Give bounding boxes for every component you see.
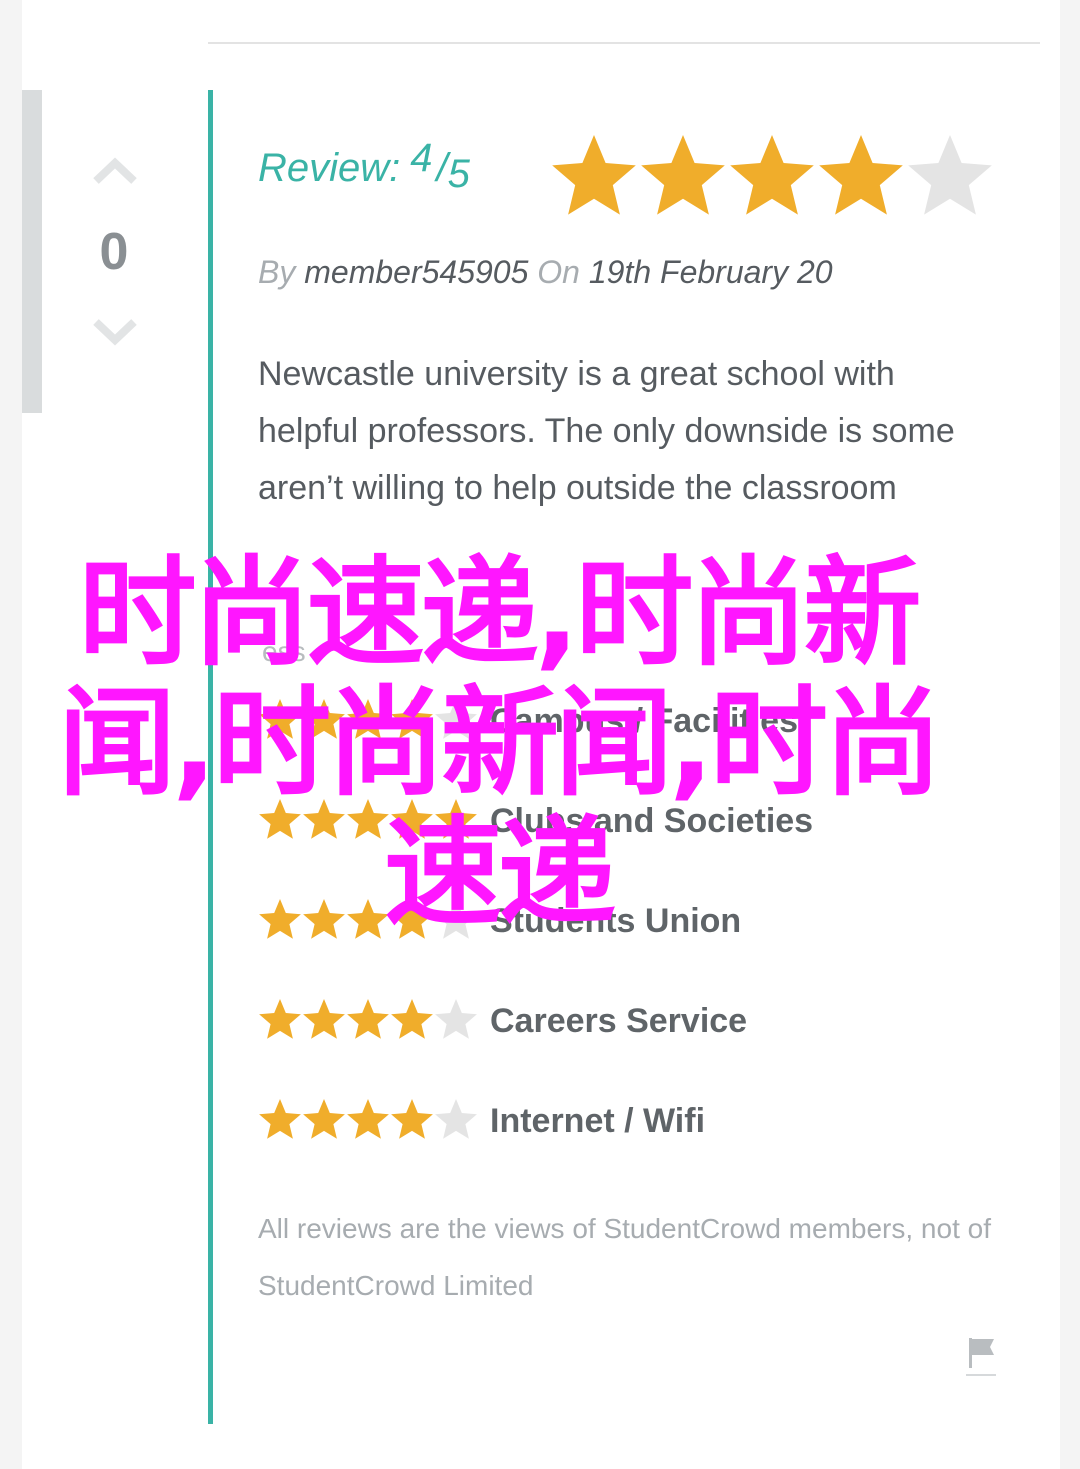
- divider: [208, 42, 1040, 44]
- category-star-icon-5: [435, 999, 477, 1039]
- downvote-chevron-down-icon[interactable]: [90, 318, 140, 348]
- category-label: Careers Service: [490, 1002, 748, 1040]
- byline-date: 19th February 20: [588, 254, 833, 290]
- overall-star-icon-3: [730, 135, 814, 215]
- review-score-title: Review: 4/5: [258, 136, 470, 205]
- category-label: Internet / Wifi: [490, 1102, 706, 1140]
- upvote-chevron-up-icon[interactable]: [90, 155, 140, 185]
- review-label: Review:: [258, 146, 401, 190]
- byline-author[interactable]: member545905: [304, 254, 528, 290]
- vote-panel-bar: [22, 90, 42, 413]
- category-star-icon-1: [259, 1099, 301, 1139]
- category-star-icon-5: [435, 1099, 477, 1139]
- category-star-icon-3: [347, 999, 389, 1039]
- byline-by: By: [258, 254, 296, 290]
- category-star-icon-3: [347, 1099, 389, 1139]
- overall-star-icon-4: [819, 135, 903, 215]
- disclaimer: All reviews are the views of StudentCrow…: [258, 1213, 991, 1301]
- category-star-icon-2: [303, 999, 345, 1039]
- review-score: 4: [410, 136, 433, 180]
- category-star-icon-4: [391, 1099, 433, 1139]
- category-star-icon-4: [391, 999, 433, 1039]
- review-byline: By member545905 On 19th February 20: [258, 250, 833, 294]
- category-stars: [259, 999, 477, 1039]
- vote-count: 0: [99, 223, 129, 281]
- overlay-watermark-text: 时尚速递,时尚新闻,时尚新闻,时尚速递: [58, 544, 942, 942]
- overall-star-rating: [552, 135, 992, 215]
- overall-star-icon-2: [641, 135, 725, 215]
- byline-on: On: [537, 254, 580, 290]
- overall-star-icon-1: [552, 135, 636, 215]
- category-star-icon-1: [259, 999, 301, 1039]
- review-out-of: 5: [447, 152, 470, 196]
- report-flag-icon[interactable]: [966, 1334, 996, 1378]
- category-star-icon-2: [303, 1099, 345, 1139]
- review-slash: /: [436, 146, 448, 190]
- overall-star-icon-5: [908, 135, 992, 215]
- category-stars: [259, 1099, 477, 1139]
- review-body: Newcastle university is a great school w…: [258, 355, 955, 507]
